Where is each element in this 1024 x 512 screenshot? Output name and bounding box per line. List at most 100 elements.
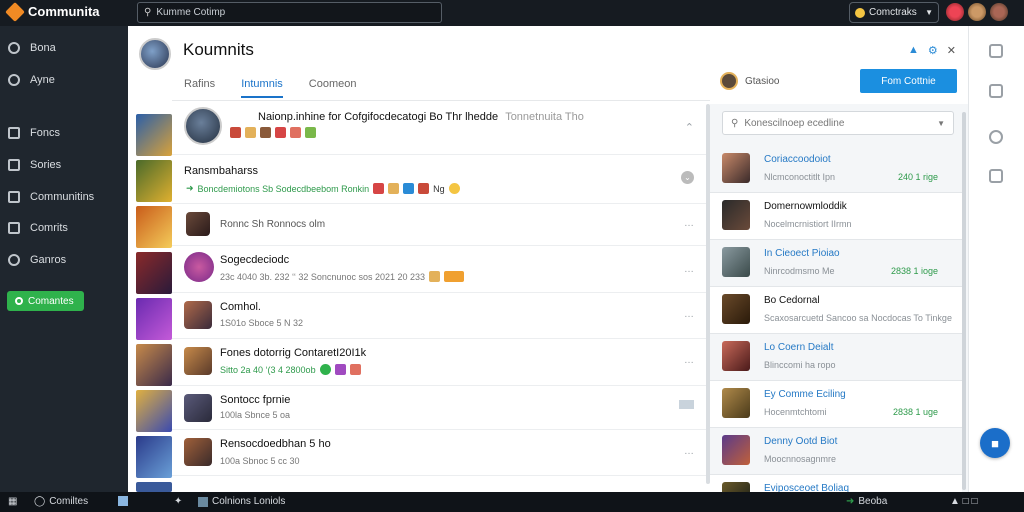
search-placeholder: Kumme Cotimp: [156, 7, 226, 18]
nav-label: Sories: [30, 159, 62, 171]
row-meta: 100a Sbnoc 5 cc 30: [220, 456, 300, 466]
more-icon[interactable]: …: [684, 264, 694, 275]
avatar: [186, 212, 210, 236]
table-row[interactable]: Sontocc fprnie 100la Sbnce 5 oa: [172, 386, 710, 430]
thumbnail[interactable]: [136, 436, 172, 478]
group-icon: [8, 191, 20, 203]
list-item[interactable]: In Cieoect Pioiao Ninrcodmsmo Me 2838 1 …: [710, 240, 962, 287]
item-sub: Nlcmconoctitlt Ipn: [764, 172, 836, 182]
item-title: Bo Cedornal: [764, 295, 820, 306]
taskbar-window[interactable]: Colnions Loniols: [198, 496, 285, 507]
more-icon[interactable]: …: [684, 355, 694, 366]
filter-select[interactable]: ⚲ Konescilnoep ecedline ▼: [722, 111, 954, 135]
chevron-up-icon[interactable]: ⌃: [685, 121, 694, 134]
nav-item-recent[interactable]: Ayne: [8, 74, 55, 86]
select-value: Konescilnoep ecedline: [744, 117, 845, 129]
plus-icon: [15, 297, 23, 305]
row-meta: 1S01o Sboce 5 N 32: [220, 318, 304, 328]
taskbar-icon[interactable]: [118, 496, 128, 506]
tab-intumnis[interactable]: Intumnis: [241, 78, 283, 98]
create-community-button[interactable]: Comantes: [7, 291, 84, 311]
tab-coomeon[interactable]: Coomeon: [309, 78, 357, 98]
shield-icon[interactable]: [989, 84, 1003, 98]
profile-icon[interactable]: [989, 44, 1003, 58]
join-button[interactable]: Fom Cottnie: [860, 69, 957, 93]
table-row[interactable]: Rensocdoedbhan 5 ho 100a Sbnoc 5 cc 30 …: [172, 430, 710, 476]
badge-icon: [275, 127, 286, 138]
item-sub: Scaxosarcuetd Sancoo sa Nocdocas To Tink…: [764, 313, 952, 323]
item-count: 2838 1 uge: [892, 407, 938, 417]
thumbnail[interactable]: [136, 206, 172, 248]
flask-icon[interactable]: [989, 130, 1003, 144]
nav-label: Comrits: [30, 222, 68, 234]
list-item[interactable]: Denny Ootd Biot Moocnnosagnmre: [710, 428, 962, 475]
avatar[interactable]: [990, 3, 1008, 21]
app-logo[interactable]: Communita: [5, 1, 100, 22]
page-title: Koumnits: [183, 40, 254, 59]
row-meta: 23c 4040 3b. 232 ‘‘ 32 Soncnunoc sos 202…: [220, 271, 465, 282]
nav-item-saved[interactable]: Foncs: [8, 127, 60, 139]
list-item[interactable]: Ey Comme Eciling Hocenmtchtomi 2838 1 ug…: [710, 381, 962, 428]
thumbnail[interactable]: [136, 344, 172, 386]
badge-row: [230, 127, 316, 138]
nav-item-games[interactable]: Ganros: [8, 254, 66, 266]
avatar[interactable]: [946, 3, 964, 21]
nav-label: Bona: [30, 42, 56, 54]
list-item[interactable]: Lo Coern Deialt Blinccomi ha ropo: [710, 334, 962, 381]
badge-icon: [290, 127, 301, 138]
taskbar-app[interactable]: ◯ Comiltes: [34, 496, 88, 507]
table-row[interactable]: Fones dotorrig ContaretI20I1k Sitto 2a 4…: [172, 339, 710, 386]
table-row[interactable]: Ronnc Sh Ronnocs olm …: [172, 204, 710, 246]
chevron-down-icon: ▼: [937, 118, 945, 128]
menu-icon[interactable]: [679, 400, 694, 409]
tab-rafins[interactable]: Rafins: [184, 78, 215, 98]
scrollbar[interactable]: [962, 112, 966, 490]
thumbnail[interactable]: [136, 160, 172, 202]
avatar: [722, 294, 750, 324]
thumbnail[interactable]: [136, 252, 172, 294]
row-title: Ronnc Sh Ronnocs olm: [220, 219, 326, 230]
nav-item-communities[interactable]: Communitins: [8, 191, 94, 203]
nav-item-stories[interactable]: Sories: [8, 159, 61, 171]
thumbnail[interactable]: [136, 298, 172, 340]
avatar: [184, 347, 212, 375]
chevron-down-icon[interactable]: ⌄: [681, 171, 694, 184]
settings-icon[interactable]: ⚙: [928, 44, 938, 57]
tray-label: Beoba: [858, 496, 888, 507]
lock-icon: [8, 222, 20, 234]
thumbnail[interactable]: [136, 390, 172, 432]
logo-icon: [5, 1, 25, 22]
tray-icons[interactable]: ▲ □ □: [950, 496, 978, 507]
taskbar-icon[interactable]: ✦: [174, 496, 182, 507]
list-item[interactable]: Domernowmloddik Nocelmcrnistiort IIrmn: [710, 193, 962, 240]
pin-icon[interactable]: ▲: [908, 44, 919, 57]
more-icon[interactable]: …: [684, 309, 694, 320]
start-icon[interactable]: ▦: [8, 496, 17, 507]
nav-item-home[interactable]: Bona: [8, 42, 56, 54]
thumbnail[interactable]: [136, 482, 172, 492]
list-item[interactable]: Bo Cedornal Scaxosarcuetd Sancoo sa Nocd…: [710, 287, 962, 334]
chat-button[interactable]: ■: [980, 428, 1010, 458]
row-title: Comhol.: [220, 301, 261, 313]
search-input[interactable]: ⚲ Kumme Cotimp: [137, 2, 442, 23]
coin-icon: [855, 7, 865, 18]
table-row[interactable]: Sogecdeciodc 23c 4040 3b. 232 ‘‘ 32 Sonc…: [172, 246, 710, 293]
nav-label: Ayne: [30, 74, 55, 86]
taskbar-tray[interactable]: ➜ Beoba: [846, 496, 887, 507]
more-icon[interactable]: …: [684, 446, 694, 457]
item-sub: Nocelmcrnistiort IIrmn: [764, 219, 852, 229]
list-item[interactable]: Coriaccoodoiot Nlcmconoctitlt Ipn 240 1 …: [710, 146, 962, 193]
avatar[interactable]: [968, 3, 986, 21]
thumbnail[interactable]: [136, 114, 172, 156]
building-icon[interactable]: [989, 169, 1003, 183]
more-icon[interactable]: …: [684, 218, 694, 229]
user-menu[interactable]: Comctraks ▼: [849, 2, 939, 23]
avatar: [722, 247, 750, 277]
user-name: Gtasioo: [745, 75, 780, 87]
table-row[interactable]: Naionp.inhine for Cofgifocdecatogi Bo Th…: [172, 101, 710, 155]
table-row[interactable]: Comhol. 1S01o Sboce 5 N 32 …: [172, 293, 710, 339]
row-title: Naionp.inhine for Cofgifocdecatogi Bo Th…: [258, 111, 584, 123]
nav-item-comments[interactable]: Comrits: [8, 222, 68, 234]
table-row[interactable]: Ransmbaharss ➜ Boncdemiotons Sb Sodecdbe…: [172, 155, 710, 204]
close-icon[interactable]: ✕: [947, 44, 956, 57]
